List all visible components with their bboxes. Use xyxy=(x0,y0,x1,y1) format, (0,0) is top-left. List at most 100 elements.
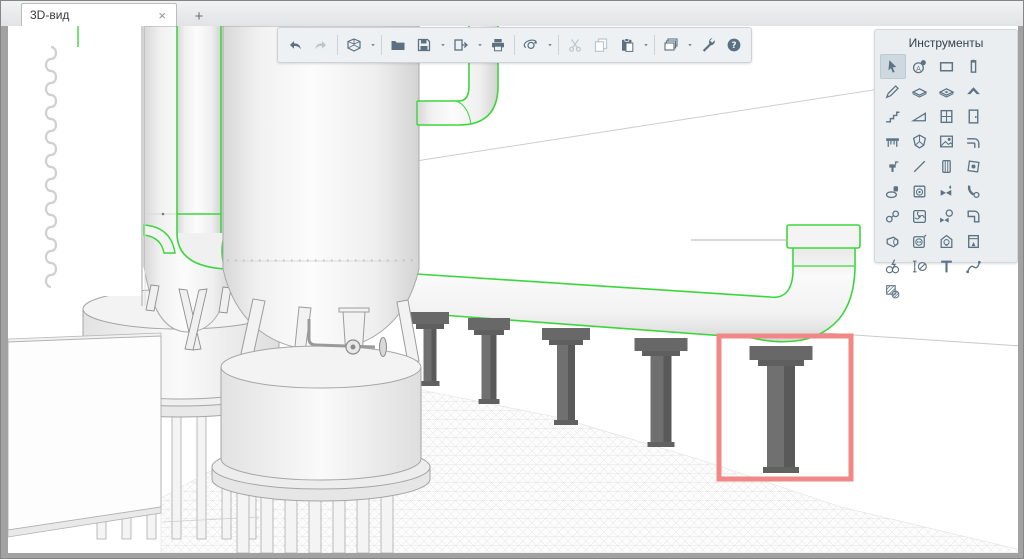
paste-button[interactable] xyxy=(614,33,640,57)
door-tool[interactable] xyxy=(961,104,987,129)
copy-button[interactable] xyxy=(588,33,614,57)
light-fixture-tool[interactable] xyxy=(934,229,960,254)
wallrect-icon xyxy=(938,58,955,75)
roof-tool[interactable] xyxy=(961,79,987,104)
scene-canvas[interactable] xyxy=(8,26,1018,553)
orbit-button[interactable] xyxy=(518,33,544,57)
dimension-tool[interactable] xyxy=(907,254,933,279)
select-tool[interactable] xyxy=(880,54,906,79)
faucet-icon xyxy=(884,158,901,175)
duct-valve-tool[interactable] xyxy=(934,204,960,229)
caret-icon xyxy=(439,41,447,49)
electrical-panel-tool[interactable] xyxy=(961,229,987,254)
export-dropdown-caret[interactable] xyxy=(474,33,485,57)
svg-text:?: ? xyxy=(731,41,736,51)
pipe-valve-tool[interactable] xyxy=(934,179,960,204)
open-button[interactable] xyxy=(385,33,411,57)
electric-socket-tool[interactable] xyxy=(907,229,933,254)
settings-button[interactable] xyxy=(695,33,721,57)
cone-icon xyxy=(884,233,901,250)
pipeElbow-icon xyxy=(965,133,982,150)
toilet-icon xyxy=(884,183,901,200)
wrench-icon xyxy=(700,37,716,53)
textT-icon xyxy=(938,258,955,275)
duct-tool[interactable] xyxy=(961,204,987,229)
print-icon xyxy=(490,37,506,53)
pipe-accessory-tool[interactable] xyxy=(880,204,906,229)
pipe-fitting-tool[interactable] xyxy=(961,179,987,204)
wall-tool[interactable] xyxy=(934,54,960,79)
tools-panel: Инструменты A xyxy=(874,29,1018,263)
ramp-tool[interactable] xyxy=(907,104,933,129)
save-icon xyxy=(416,37,432,53)
floor-tool[interactable] xyxy=(907,79,933,104)
tools-panel-title: Инструменты xyxy=(879,36,1013,50)
cut-button[interactable] xyxy=(562,33,588,57)
view3d-icon xyxy=(346,37,362,53)
vessel-front[interactable] xyxy=(212,26,430,553)
sanitary-equipment-tool[interactable] xyxy=(880,179,906,204)
orbit-dropdown-caret[interactable] xyxy=(544,33,555,57)
opening-tool[interactable] xyxy=(934,79,960,104)
tab-bar: 3D-вид × + xyxy=(1,1,1023,26)
viewport-3d[interactable]: ? Инструменты A xyxy=(8,26,1018,553)
pipe-support-3[interactable] xyxy=(542,328,590,425)
fan-tool[interactable] xyxy=(907,204,933,229)
pipe-support-5[interactable] xyxy=(750,346,813,473)
help-button[interactable]: ? xyxy=(721,33,747,57)
orbit-icon xyxy=(523,37,539,53)
beam-tool[interactable] xyxy=(880,79,906,104)
tab-close-icon[interactable]: × xyxy=(156,9,168,22)
paste-dropdown-caret[interactable] xyxy=(640,33,651,57)
valve-flange xyxy=(380,338,387,357)
spline-icon xyxy=(965,258,982,275)
window-tool[interactable] xyxy=(934,104,960,129)
wiring-tool[interactable] xyxy=(880,254,906,279)
3d-view-mode-button[interactable] xyxy=(341,33,367,57)
element-tool[interactable] xyxy=(907,129,933,154)
plumbing-fixture-tool[interactable] xyxy=(880,154,906,179)
image-tool[interactable] xyxy=(934,129,960,154)
text-tool[interactable] xyxy=(934,254,960,279)
window-icon xyxy=(938,108,955,125)
assembly-tool[interactable] xyxy=(961,154,987,179)
left-wall xyxy=(8,26,145,306)
equipment-tool[interactable] xyxy=(907,179,933,204)
plinth-box[interactable] xyxy=(8,333,161,537)
washer-icon xyxy=(911,183,928,200)
heating-device-tool[interactable] xyxy=(934,154,960,179)
line-tool[interactable] xyxy=(907,154,933,179)
export-button[interactable] xyxy=(448,33,474,57)
new-tab-button[interactable]: + xyxy=(187,6,211,26)
stairs-icon xyxy=(884,108,901,125)
pipe-tool[interactable] xyxy=(961,129,987,154)
undo-button[interactable] xyxy=(282,33,308,57)
cut-icon xyxy=(567,37,583,53)
caret-icon xyxy=(546,41,554,49)
window-layout-button[interactable] xyxy=(658,33,684,57)
toolbar-separator xyxy=(558,35,559,55)
hatch-tool[interactable] xyxy=(880,279,906,304)
axis-tool[interactable]: A xyxy=(907,54,933,79)
pipe-support-2[interactable] xyxy=(468,318,510,404)
save-dropdown-caret[interactable] xyxy=(437,33,448,57)
caret-icon xyxy=(686,41,694,49)
3d-view-mode-dropdown-caret[interactable] xyxy=(367,33,378,57)
roof-icon xyxy=(965,83,982,100)
stairs-tool[interactable] xyxy=(880,104,906,129)
line-icon xyxy=(911,158,928,175)
duct-fitting-tool[interactable] xyxy=(880,229,906,254)
window-layout-dropdown-caret[interactable] xyxy=(684,33,695,57)
redo-button[interactable] xyxy=(308,33,334,57)
help-icon: ? xyxy=(726,37,742,53)
furniture-tool[interactable] xyxy=(880,129,906,154)
tab-3d-view[interactable]: 3D-вид × xyxy=(21,3,177,26)
pencil-icon xyxy=(884,83,901,100)
solid-icon xyxy=(911,133,928,150)
column-tool[interactable] xyxy=(961,54,987,79)
pipe-support-4[interactable] xyxy=(635,338,688,447)
bulb-icon xyxy=(938,233,955,250)
route-tool[interactable] xyxy=(961,254,987,279)
print-button[interactable] xyxy=(485,33,511,57)
save-button[interactable] xyxy=(411,33,437,57)
